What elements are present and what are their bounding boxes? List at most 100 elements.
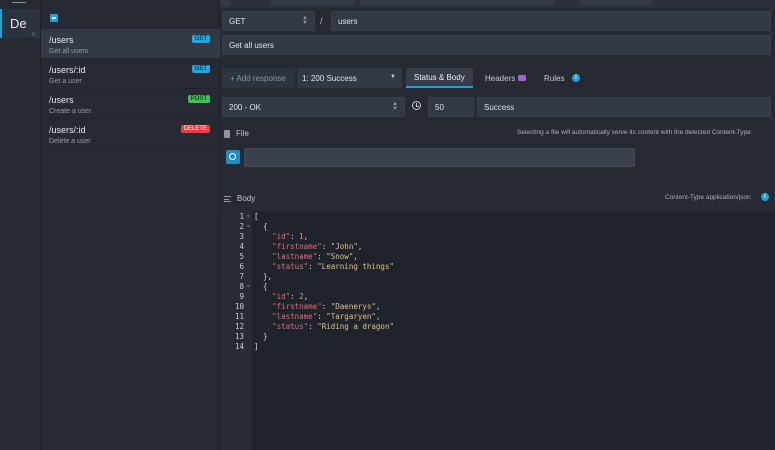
code-line: }, — [254, 272, 754, 282]
method-select[interactable]: GET ▲ ▼ — [222, 11, 315, 31]
select-updown-icon: ▲ ▼ — [392, 101, 398, 112]
prefix-field[interactable] — [360, 0, 555, 6]
info-icon[interactable]: i — [572, 74, 580, 82]
add-route-icon[interactable] — [50, 14, 58, 22]
method-value: GET — [229, 16, 246, 26]
code-token: "lastname" — [272, 252, 318, 261]
code-token: , — [303, 232, 309, 241]
line-number: 5 — [239, 252, 244, 261]
route-path-input[interactable]: users — [331, 11, 771, 31]
code-token: "lastname" — [272, 312, 318, 321]
tab-label: Headers — [485, 73, 516, 83]
menu-icon[interactable] — [12, 0, 26, 3]
latency-global-field[interactable] — [580, 0, 652, 6]
selected-response: 1: 200 Success — [302, 73, 357, 83]
code-token: , — [357, 242, 363, 251]
fold-arrow-icon[interactable]: ▾ — [246, 212, 250, 222]
code-line: "id": 2, — [254, 292, 754, 302]
fold-arrow-icon[interactable]: ▾ — [246, 222, 250, 232]
code-token: { — [254, 222, 268, 231]
file-browse-icon[interactable] — [226, 150, 240, 164]
body-editor[interactable]: 1 ▾ 2 ▾ 3 4 5 6 7 8 ▾ 9 10 11 12 13 14 [ { "id": 1, "fir… — [222, 211, 775, 450]
file-icon — [224, 129, 230, 138]
line-number: 14 — [234, 342, 244, 351]
body-section-title: Body — [224, 194, 255, 203]
code-token: , — [353, 252, 358, 261]
tab-label: Rules — [544, 73, 565, 83]
response-label-input[interactable]: Success — [477, 97, 771, 117]
code-token: "John" — [330, 242, 358, 251]
line-gutter: 1 ▾ 2 ▾ 3 4 5 6 7 8 ▾ 9 10 11 12 13 14 — [222, 211, 252, 450]
route-item[interactable]: /users/:id Get a user GET — [41, 59, 220, 89]
add-response-button[interactable]: + Add response — [222, 68, 295, 88]
code-token: "firstname" — [272, 302, 322, 311]
code-line: "firstname": "John", — [254, 242, 754, 252]
file-section-title: File — [224, 129, 249, 138]
line-number: 9 — [239, 292, 244, 301]
route-item[interactable]: /users Get all users GET — [41, 29, 220, 59]
body-icon — [224, 195, 231, 202]
code-token: "id" — [272, 292, 291, 301]
line-number: 2 ▾ — [239, 222, 250, 232]
response-select[interactable]: 1: 200 Success ▼ — [297, 68, 402, 88]
tab-headers[interactable]: Headers — [477, 68, 534, 88]
line-number: 4 — [239, 242, 244, 251]
code-token: , — [375, 312, 381, 321]
code-line: "lastname": "Targaryen", — [254, 312, 754, 322]
code-token: "Daenerys" — [330, 302, 376, 311]
file-hint: Selecting a file will automatically serv… — [517, 129, 751, 136]
code-token: "Riding a dragon" — [317, 322, 394, 331]
tab-status-body[interactable]: Status & Body — [406, 68, 473, 88]
code-token: : — [317, 312, 327, 321]
code-token: "Snow" — [326, 252, 354, 261]
line-number: 13 — [234, 332, 244, 341]
method-badge: DELETE — [180, 125, 210, 133]
route-description: Get a user — [49, 78, 82, 85]
status-code-select[interactable]: 200 - OK ▲ ▼ — [222, 97, 405, 117]
method-badge: GET — [191, 65, 210, 73]
route-documentation-value: Get all users — [229, 40, 274, 50]
method-badge: GET — [191, 35, 210, 43]
route-item[interactable]: /users Create a user POST — [41, 89, 220, 119]
latency-input[interactable]: 50 — [428, 97, 474, 117]
fold-arrow-icon[interactable]: ▾ — [246, 282, 250, 292]
content-type-label: Content-Type application/json — [665, 194, 751, 201]
file-path-input[interactable] — [244, 148, 635, 167]
port-field[interactable] — [270, 0, 355, 6]
code-token: : — [317, 252, 327, 261]
environment-rail: De ✕ — [0, 0, 41, 450]
info-icon[interactable]: i — [761, 193, 769, 201]
tab-rules[interactable]: Rules — [536, 68, 572, 88]
environment-settings-icon[interactable]: ✕ — [31, 31, 36, 38]
code-token: , — [375, 302, 381, 311]
code-token: "status" — [272, 262, 309, 271]
file-title-text: File — [236, 129, 249, 138]
code-token: "firstname" — [272, 242, 322, 251]
code-token: "id" — [272, 232, 291, 241]
path-separator: / — [320, 16, 323, 26]
code-line: "status": "Riding a dragon" — [254, 322, 754, 332]
route-item[interactable]: /users/:id Delete a user DELETE — [41, 119, 220, 149]
code-token: : — [290, 232, 300, 241]
route-description: Create a user — [49, 108, 92, 115]
code-token: { — [254, 282, 268, 291]
method-badge: POST — [187, 95, 210, 103]
code-token: }, — [254, 272, 273, 281]
code-token: "Targaryen" — [326, 312, 376, 321]
route-description: Get all users — [49, 48, 89, 55]
code-line: "id": 1, — [254, 232, 754, 242]
line-number: 7 — [239, 272, 244, 281]
code-line: "status": "Learning things" — [254, 262, 754, 272]
line-number: 10 — [234, 302, 244, 311]
body-title-text: Body — [237, 194, 256, 203]
code-token: : — [290, 292, 300, 301]
line-number: 11 — [234, 312, 244, 321]
response-label-value: Success — [484, 102, 515, 112]
route-documentation-input[interactable]: Get all users — [222, 35, 771, 55]
code-token: } — [254, 332, 268, 341]
line-number: 3 — [239, 232, 244, 241]
